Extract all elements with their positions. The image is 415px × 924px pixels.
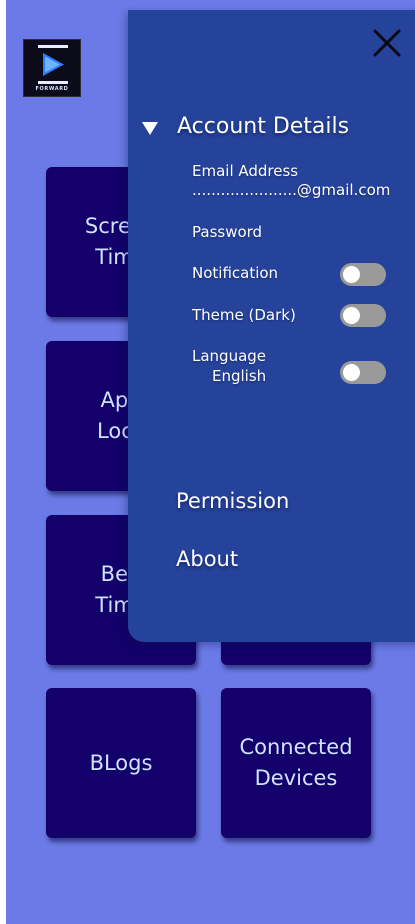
toggle-knob xyxy=(343,364,360,381)
account-details-header[interactable]: Account Details xyxy=(142,114,349,139)
language-label: Language xyxy=(192,347,267,365)
blogs-tile[interactable]: BLogs xyxy=(46,688,196,838)
connected-devices-tile[interactable]: Connected Devices xyxy=(221,688,371,838)
email-value[interactable]: ......................@gmail.com xyxy=(192,182,390,199)
toggle-knob xyxy=(343,266,360,283)
settings-drawer: Account Details Email Address ..........… xyxy=(128,10,415,642)
permission-menu-item[interactable]: Permission xyxy=(176,489,289,513)
theme-label: Theme (Dark) xyxy=(192,306,296,324)
notification-label: Notification xyxy=(192,264,279,282)
language-toggle[interactable] xyxy=(340,361,386,384)
toggle-knob xyxy=(343,307,360,324)
home-screen: FORWARD Screen Time App Lock Bed Time BL… xyxy=(6,0,415,924)
logo-wordmark: FORWARD xyxy=(35,86,69,92)
language-value: English xyxy=(212,367,267,385)
app-logo: FORWARD xyxy=(23,39,81,97)
email-label: Email Address xyxy=(192,162,299,180)
theme-toggle[interactable] xyxy=(340,304,386,327)
notification-toggle[interactable] xyxy=(340,263,386,286)
triangle-down-icon xyxy=(142,121,158,135)
close-button[interactable] xyxy=(372,28,402,58)
password-label[interactable]: Password xyxy=(192,224,262,241)
close-icon xyxy=(373,29,401,57)
about-menu-item[interactable]: About xyxy=(176,547,238,571)
account-details-title: Account Details xyxy=(177,114,350,139)
